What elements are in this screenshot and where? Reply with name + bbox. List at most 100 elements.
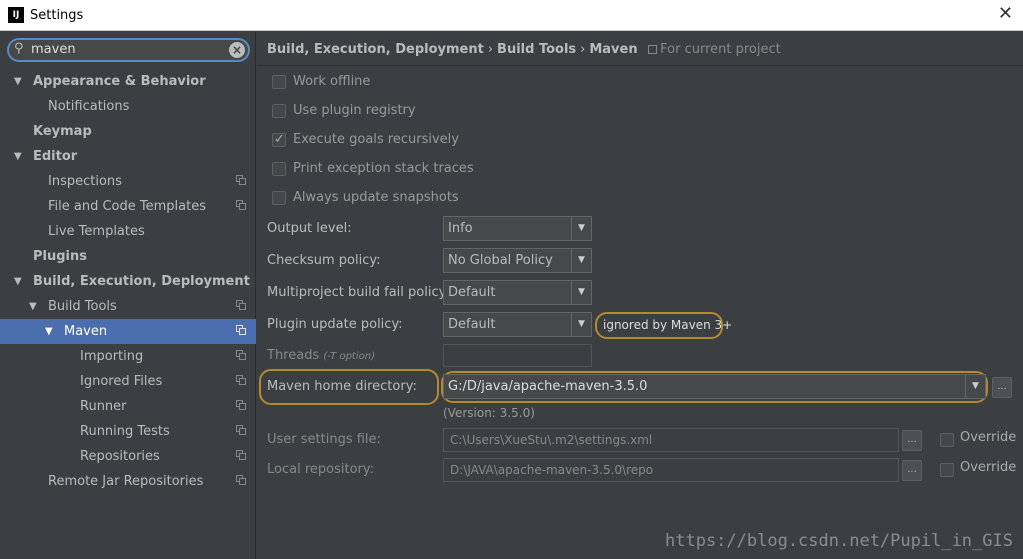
multiproject-fail-policy-label: Multiproject build fail policy: xyxy=(267,285,450,300)
threads-input[interactable] xyxy=(443,344,592,367)
local-repository-input[interactable]: D:\JAVA\apache-maven-3.5.0\repo xyxy=(443,458,899,482)
plugin-update-policy-dropdown[interactable]: Default ▼ xyxy=(443,312,592,337)
checksum-policy-label: Checksum policy: xyxy=(267,253,381,268)
dropdown-arrow-icon[interactable]: ▼ xyxy=(571,217,591,240)
close-icon[interactable]: ✕ xyxy=(998,5,1013,23)
execute-goals-recursively-label: Execute goals recursively xyxy=(293,132,459,147)
project-level-copy-icon xyxy=(236,400,246,410)
local-repository-override-checkbox[interactable] xyxy=(940,463,954,477)
sidebar-item-label: Runner xyxy=(80,399,127,414)
sidebar-item-build-tools[interactable]: ▼ Build Tools xyxy=(0,294,256,319)
intellij-app-icon: IJ xyxy=(8,7,24,23)
sidebar-item-file-and-code-templates[interactable]: File and Code Templates xyxy=(0,194,256,219)
sidebar-item-label: Notifications xyxy=(48,99,130,114)
sidebar-item-editor[interactable]: ▼ Editor xyxy=(0,144,256,169)
sidebar-item-label: Appearance & Behavior xyxy=(33,74,206,89)
breadcrumb-separator: › xyxy=(487,42,494,57)
sidebar-item-keymap[interactable]: Keymap xyxy=(0,119,256,144)
local-repository-override-label: Override xyxy=(960,460,1017,475)
clear-search-icon[interactable]: × xyxy=(229,42,245,58)
expand-arrow-icon[interactable]: ▼ xyxy=(45,319,53,344)
settings-tree: ▼ Appearance & Behavior Notifications Keyma… xyxy=(0,69,256,494)
sidebar-item-remote-jar-repositories[interactable]: Remote Jar Repositories xyxy=(0,469,256,494)
project-level-copy-icon xyxy=(236,450,246,460)
breadcrumb: Build, Execution, Deployment › Build Tools… xyxy=(257,32,1023,66)
sidebar-item-label: Inspections xyxy=(48,174,122,189)
settings-search-field[interactable]: ⚲ maven × xyxy=(7,38,250,62)
multiproject-fail-policy-dropdown[interactable]: Default ▼ xyxy=(443,280,592,305)
print-exception-stack-traces-label: Print exception stack traces xyxy=(293,161,474,176)
maven-home-dropdown[interactable]: G:/D/java/apache-maven-3.5.0 ▼ xyxy=(443,374,986,399)
browse-local-repository-button[interactable]: ... xyxy=(902,460,922,481)
sidebar-item-label: Importing xyxy=(80,349,144,364)
user-settings-override-checkbox[interactable] xyxy=(940,433,954,447)
threads-label-text: Threads xyxy=(267,348,320,363)
expand-arrow-icon[interactable]: ▼ xyxy=(14,269,22,294)
dropdown-arrow-icon[interactable]: ▼ xyxy=(571,313,591,336)
dropdown-arrow-icon[interactable]: ▼ xyxy=(571,249,591,272)
breadcrumb-build-tools[interactable]: Build Tools xyxy=(497,42,576,57)
scope-note: For current project xyxy=(648,42,781,57)
maven-home-label: Maven home directory: xyxy=(267,379,417,394)
sidebar-item-label: Build Tools xyxy=(48,299,117,314)
sidebar-item-label: Plugins xyxy=(33,249,87,264)
sidebar-item-label: Remote Jar Repositories xyxy=(48,474,204,489)
sidebar-item-plugins[interactable]: Plugins xyxy=(0,244,256,269)
user-settings-file-value: C:\Users\XueStu\.m2\settings.xml xyxy=(450,433,653,447)
project-level-copy-icon xyxy=(236,325,246,335)
checksum-policy-dropdown[interactable]: No Global Policy ▼ xyxy=(443,248,592,273)
breadcrumb-build-execution-deployment[interactable]: Build, Execution, Deployment xyxy=(267,42,484,57)
maven-settings-panel: Build, Execution, Deployment › Build Tools… xyxy=(257,32,1023,559)
sidebar-item-appearance-behavior[interactable]: ▼ Appearance & Behavior xyxy=(0,69,256,94)
project-level-copy-icon xyxy=(236,425,246,435)
print-exception-stack-traces-checkbox[interactable] xyxy=(272,162,286,176)
expand-arrow-icon[interactable]: ▼ xyxy=(29,294,37,319)
sidebar-item-label: Running Tests xyxy=(80,424,170,439)
execute-goals-recursively-checkbox[interactable] xyxy=(272,130,286,150)
dropdown-arrow-icon[interactable]: ▼ xyxy=(965,375,985,398)
output-level-dropdown[interactable]: Info ▼ xyxy=(443,216,592,241)
output-level-value: Info xyxy=(448,221,473,236)
plugin-update-policy-label: Plugin update policy: xyxy=(267,317,403,332)
sidebar-item-ignored-files[interactable]: Ignored Files xyxy=(0,369,256,394)
user-settings-override-label: Override xyxy=(960,430,1017,445)
window-title: Settings xyxy=(30,8,84,23)
sidebar-item-live-templates[interactable]: Live Templates xyxy=(0,219,256,244)
search-icon: ⚲ xyxy=(14,41,24,56)
user-settings-file-input[interactable]: C:\Users\XueStu\.m2\settings.xml xyxy=(443,428,899,452)
sidebar-item-build-execution-deployment[interactable]: ▼ Build, Execution, Deployment xyxy=(0,269,256,294)
work-offline-label: Work offline xyxy=(293,74,371,89)
work-offline-checkbox[interactable] xyxy=(272,75,286,89)
expand-arrow-icon[interactable]: ▼ xyxy=(14,69,22,94)
breadcrumb-maven: Maven xyxy=(589,42,638,57)
sidebar-item-label: Editor xyxy=(33,149,78,164)
browse-user-settings-button[interactable]: ... xyxy=(902,430,922,451)
project-level-copy-icon xyxy=(236,300,246,310)
always-update-snapshots-checkbox[interactable] xyxy=(272,191,286,205)
dropdown-arrow-icon[interactable]: ▼ xyxy=(571,281,591,304)
sidebar-item-label: Keymap xyxy=(33,124,92,139)
breadcrumb-separator: › xyxy=(580,42,586,57)
sidebar-item-importing[interactable]: Importing xyxy=(0,344,256,369)
sidebar-item-label: Maven xyxy=(64,324,108,339)
project-level-copy-icon xyxy=(236,375,246,385)
watermark: https://blog.csdn.net/Pupil_in_GIS xyxy=(665,531,1013,551)
sidebar-item-repositories[interactable]: Repositories xyxy=(0,444,256,469)
threads-hint: (-T option) xyxy=(323,351,375,362)
sidebar-item-notifications[interactable]: Notifications xyxy=(0,94,256,119)
sidebar-item-label: Ignored Files xyxy=(80,374,163,389)
expand-arrow-icon[interactable]: ▼ xyxy=(14,144,22,169)
sidebar-item-running-tests[interactable]: Running Tests xyxy=(0,419,256,444)
sidebar-item-runner[interactable]: Runner xyxy=(0,394,256,419)
search-input[interactable]: maven xyxy=(31,42,76,57)
sidebar-item-inspections[interactable]: Inspections xyxy=(0,169,256,194)
checksum-policy-value: No Global Policy xyxy=(448,253,553,268)
use-plugin-registry-checkbox[interactable] xyxy=(272,104,286,118)
project-scope-icon xyxy=(648,45,658,54)
multiproject-fail-policy-value: Default xyxy=(448,285,496,300)
sidebar-item-label: Build, Execution, Deployment xyxy=(33,274,250,289)
threads-label: Threads (-T option) xyxy=(267,348,375,363)
scope-label: For current project xyxy=(660,42,781,57)
browse-maven-home-button[interactable]: ... xyxy=(992,377,1012,398)
sidebar-item-maven[interactable]: ▼ Maven xyxy=(0,319,256,344)
